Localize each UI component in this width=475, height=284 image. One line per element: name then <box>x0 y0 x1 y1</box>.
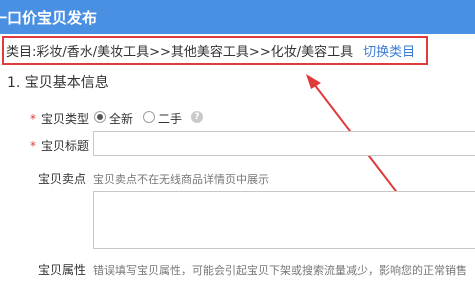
radio-new[interactable] <box>94 111 106 123</box>
switch-category-link[interactable]: 切换类目 <box>363 45 415 60</box>
item-title-label-text: 宝贝标题 <box>41 139 90 153</box>
selling-point-hint: 宝贝卖点不在无线商品详情页中展示 <box>93 173 269 186</box>
item-title-input[interactable] <box>93 131 475 156</box>
page-title: 一口价宝贝发布 <box>0 9 98 27</box>
item-type-label-text: 宝贝类型 <box>41 112 90 126</box>
radio-used[interactable] <box>143 111 155 123</box>
attributes-hint: 错误填写宝贝属性，可能会引起宝贝下架或搜索流量减少，影响您的正常销售 <box>93 264 467 277</box>
category-path-text: 彩妆/香水/美妆工具>>其他美容工具>>化妆/美容工具 <box>36 45 354 60</box>
required-mark: * <box>30 112 36 126</box>
required-mark: * <box>30 139 36 153</box>
section-title: 1. 宝贝基本信息 <box>7 75 109 91</box>
selling-point-textarea[interactable] <box>93 191 475 249</box>
selling-point-label: 宝贝卖点 <box>38 172 87 186</box>
item-type-label: * 宝贝类型 <box>30 110 89 127</box>
item-title-label: * 宝贝标题 <box>30 137 89 154</box>
radio-used-label[interactable]: 二手 <box>158 110 182 127</box>
category-prefix: 类目: <box>6 45 37 60</box>
help-icon[interactable]: ? <box>191 111 203 123</box>
radio-new-label[interactable]: 全新 <box>109 110 133 127</box>
attributes-label: 宝贝属性 <box>38 263 87 277</box>
category-path: 类目:彩妆/香水/美妆工具>>其他美容工具>>化妆/美容工具 切换类目 <box>6 41 415 60</box>
page-header: 一口价宝贝发布 <box>0 0 475 34</box>
